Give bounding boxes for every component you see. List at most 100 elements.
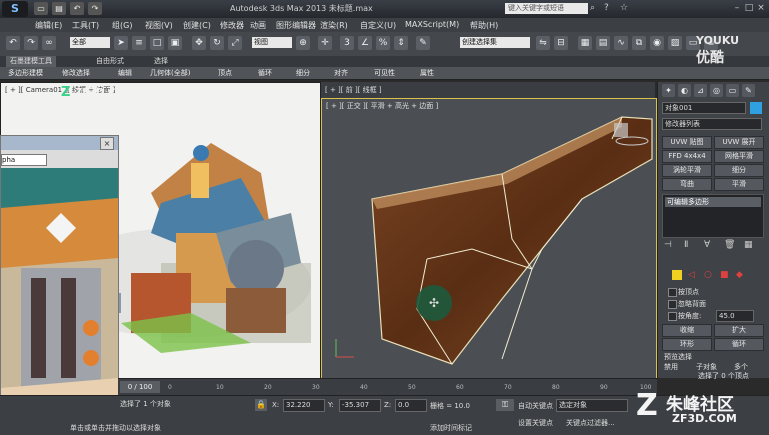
move-icon[interactable]: ✥	[192, 36, 206, 50]
curve-editor-icon[interactable]: ∿	[614, 36, 628, 50]
select-manipulate-icon[interactable]: ✛	[318, 36, 332, 50]
viewport-orthographic[interactable]: [ + ][ 正交 ][ 平滑 + 高光 + 边面 ] ✣	[321, 98, 657, 380]
search-icon[interactable]: ⌕	[590, 3, 595, 13]
menu-modifiers[interactable]: 修改器	[220, 20, 244, 31]
tab-freeform[interactable]: 自由形式	[92, 56, 128, 67]
ribbon-geometry-all[interactable]: 几何体(全部)	[150, 68, 190, 78]
by-angle-checkbox[interactable]	[668, 312, 677, 321]
undo-icon[interactable]: ↶	[6, 36, 20, 50]
key-filters-button[interactable]: 关键点过滤器...	[566, 418, 615, 428]
search-input[interactable]: 键入关键字或短语	[505, 3, 588, 14]
menu-tools[interactable]: 工具(T)	[72, 20, 99, 31]
select-by-name-icon[interactable]: ≡	[132, 36, 146, 50]
by-vertex-checkbox[interactable]	[668, 288, 677, 297]
maximize-button[interactable]: □	[744, 2, 754, 14]
key-icon[interactable]: ⚿	[496, 399, 514, 411]
ribbon-align[interactable]: 对齐	[334, 68, 348, 78]
ribbon-modify-selection[interactable]: 修改选择	[62, 68, 90, 78]
add-time-tag[interactable]: 添加时间标记	[430, 423, 472, 433]
quick-access-new-icon[interactable]: ▭	[34, 2, 48, 15]
display-tab-icon[interactable]: ▭	[726, 84, 739, 97]
ribbon-loops[interactable]: 循环	[258, 68, 272, 78]
ribbon-polygon-modeling[interactable]: 多边形建模	[8, 68, 43, 78]
timeline[interactable]: 0 / 100 0 10 20 30 40 50 60 70 80 90 100	[118, 378, 657, 396]
subdivide-button[interactable]: 细分	[714, 164, 764, 177]
named-selection-select[interactable]: 创建选择集	[460, 37, 530, 48]
configure-sets-icon[interactable]: ▦	[744, 240, 753, 250]
modifier-stack[interactable]: 可编辑多边形	[662, 194, 764, 238]
redo-icon[interactable]: ↷	[24, 36, 38, 50]
quick-access-open-icon[interactable]: ▤	[52, 2, 66, 15]
smooth-button[interactable]: 平滑	[714, 178, 764, 191]
meshsmooth-button[interactable]: 网格平滑	[714, 150, 764, 163]
ribbon-subdivision[interactable]: 细分	[296, 68, 310, 78]
show-end-result-icon[interactable]: Ⅱ	[684, 240, 688, 250]
hierarchy-tab-icon[interactable]: ⊿	[694, 84, 707, 97]
radio-off[interactable]: 禁用	[664, 362, 678, 372]
modifier-list-select[interactable]: 修改器列表	[662, 118, 762, 130]
mirror-icon[interactable]: ⇋	[536, 36, 550, 50]
create-tab-icon[interactable]: ✦	[662, 84, 675, 97]
reference-image-window[interactable]: × pha	[0, 135, 119, 427]
menu-animation[interactable]: 动画	[250, 20, 266, 31]
viewport-front-strip[interactable]: [ + ][ 前 ][ 线框 ]	[321, 82, 655, 98]
graphite-toggle-icon[interactable]: ▤	[596, 36, 610, 50]
ref-coord-select[interactable]: 视图	[252, 37, 292, 48]
turbosmooth-button[interactable]: 涡轮平滑	[662, 164, 712, 177]
close-button[interactable]: ×	[756, 2, 766, 14]
vertex-mode-icon[interactable]	[672, 270, 682, 280]
rotate-icon[interactable]: ↻	[210, 36, 224, 50]
ffd-button[interactable]: FFD 4x4x4	[662, 150, 712, 163]
schematic-view-icon[interactable]: ⧉	[632, 36, 646, 50]
motion-tab-icon[interactable]: ◎	[710, 84, 723, 97]
lock-icon[interactable]: 🔒	[255, 399, 267, 411]
ignore-backfacing-checkbox[interactable]	[668, 300, 677, 309]
star-icon[interactable]: ☆	[620, 3, 628, 13]
grow-button[interactable]: 扩大	[714, 324, 764, 337]
material-editor-icon[interactable]: ◉	[650, 36, 664, 50]
menu-help[interactable]: 帮助(H)	[470, 20, 498, 31]
bend-button[interactable]: 弯曲	[662, 178, 712, 191]
loop-button[interactable]: 循环	[714, 338, 764, 351]
rect-selection-icon[interactable]: □	[150, 36, 164, 50]
object-name-field[interactable]: 对象001	[662, 102, 746, 114]
angle-snap-icon[interactable]: ∠	[358, 36, 372, 50]
uvw-unwrap-button[interactable]: UVW 展开	[714, 136, 764, 149]
redo-icon[interactable]: ↷	[88, 2, 102, 15]
menu-rendering[interactable]: 渲染(R)	[320, 20, 348, 31]
stack-item-editable-poly[interactable]: 可编辑多边形	[665, 197, 761, 207]
viewport-label[interactable]: [ + ][ 前 ][ 线框 ]	[325, 85, 382, 95]
ribbon-properties[interactable]: 属性	[420, 68, 434, 78]
autokey-button[interactable]: 自动关键点	[518, 401, 553, 411]
menu-graph-editors[interactable]: 图形编辑器	[276, 20, 316, 31]
ribbon-edit[interactable]: 编辑	[118, 68, 132, 78]
spinner-snap-icon[interactable]: ⇕	[394, 36, 408, 50]
make-unique-icon[interactable]: ∀	[704, 240, 710, 250]
element-mode-icon[interactable]: ◆	[736, 270, 743, 280]
tab-selection[interactable]: 选择	[150, 56, 172, 67]
time-slider[interactable]: 0 / 100	[120, 381, 160, 393]
border-mode-icon[interactable]: ○	[704, 270, 712, 280]
layer-manager-icon[interactable]: ▦	[578, 36, 592, 50]
undo-icon[interactable]: ↶	[70, 2, 84, 15]
tab-graphite-modeling[interactable]: 石墨建模工具	[6, 56, 56, 67]
close-button[interactable]: ×	[100, 137, 114, 150]
uvw-map-button[interactable]: UVW 贴图	[662, 136, 712, 149]
selection-filter-select[interactable]: 全部	[70, 37, 110, 48]
pin-stack-icon[interactable]: ⊣	[664, 240, 672, 250]
menu-create[interactable]: 创建(C)	[183, 20, 211, 31]
percent-snap-icon[interactable]: %	[376, 36, 390, 50]
utilities-tab-icon[interactable]: ✎	[742, 84, 755, 97]
menu-edit[interactable]: 编辑(E)	[35, 20, 62, 31]
app-logo-icon[interactable]: S	[2, 1, 28, 17]
menu-maxscript[interactable]: MAXScript(M)	[405, 20, 459, 29]
minimize-button[interactable]: –	[732, 2, 742, 14]
remove-modifier-icon[interactable]: 🗑	[724, 240, 735, 250]
y-coord-field[interactable]: -35.307	[339, 399, 381, 412]
window-crossing-icon[interactable]: ▣	[168, 36, 182, 50]
edit-named-sets-icon[interactable]: ✎	[416, 36, 430, 50]
polygon-mode-icon[interactable]: ■	[720, 270, 729, 280]
menu-group[interactable]: 组(G)	[112, 20, 132, 31]
object-color-swatch[interactable]	[750, 102, 762, 114]
x-coord-field[interactable]: 32.220	[283, 399, 325, 412]
